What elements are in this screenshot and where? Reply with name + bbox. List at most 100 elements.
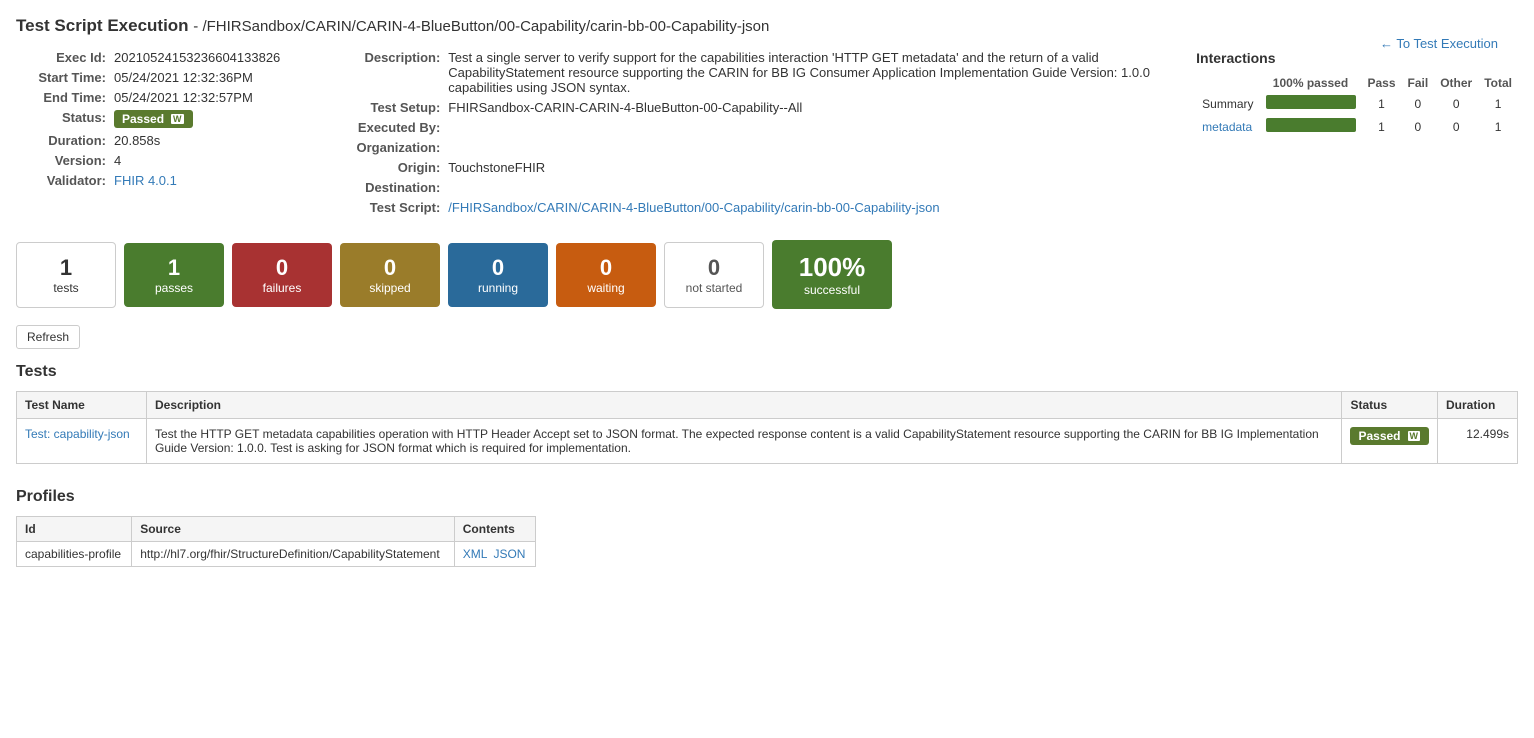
stat-waiting: 0 waiting (556, 243, 656, 307)
stats-row: 1 tests 1 passes 0 failures 0 skipped 0 … (16, 240, 1518, 309)
desc-value: Test a single server to verify support f… (448, 50, 1156, 95)
stat-tests-label: tests (33, 281, 99, 295)
title-main: Test Script Execution (16, 16, 189, 35)
destination-label: Destination: (320, 180, 440, 195)
validator-label: Validator: (16, 173, 106, 188)
interactions-col-fail: Fail (1402, 74, 1435, 92)
stat-not-started: 0 not started (664, 242, 764, 308)
test-row-name: Test: capability-json (17, 419, 147, 464)
page-title: Test Script Execution - /FHIRSandbox/CAR… (16, 16, 769, 36)
test-script-value: /FHIRSandbox/CARIN/CARIN-4-BlueButton/00… (448, 200, 1156, 215)
end-time-value: 05/24/2021 12:32:57PM (114, 90, 253, 105)
tests-col-status: Status (1342, 392, 1438, 419)
stat-passes-number: 1 (140, 255, 208, 281)
executed-by-label: Executed By: (320, 120, 440, 135)
profile-row-contents: XML JSON (454, 542, 535, 567)
refresh-button[interactable]: Refresh (16, 325, 80, 349)
profile-row-source: http://hl7.org/fhir/StructureDefinition/… (132, 542, 455, 567)
stat-running-label: running (464, 281, 532, 295)
tests-table: Test Name Description Status Duration Te… (16, 391, 1518, 464)
tests-col-name: Test Name (17, 392, 147, 419)
stat-waiting-number: 0 (572, 255, 640, 281)
version-value: 4 (114, 153, 121, 168)
tests-section-title: Tests (16, 363, 1518, 381)
interactions-row-fail: 0 (1402, 92, 1435, 115)
duration-value: 20.858s (114, 133, 160, 148)
test-script-link[interactable]: /FHIRSandbox/CARIN/CARIN-4-BlueButton/00… (448, 200, 939, 215)
interactions-col-total: Total (1478, 74, 1518, 92)
test-row-duration: 12.499s (1438, 419, 1518, 464)
interactions-block: Interactions 100% passed Pass Fail Other… (1196, 50, 1518, 220)
meta-block: Exec Id: 20210524153236604133826 Start T… (16, 50, 280, 220)
start-time-label: Start Time: (16, 70, 106, 85)
status-value: Passed W (114, 110, 193, 128)
profiles-col-id: Id (17, 517, 132, 542)
duration-label: Duration: (16, 133, 106, 148)
profiles-col-contents: Contents (454, 517, 535, 542)
validator-link[interactable]: FHIR 4.0.1 (114, 173, 177, 188)
tests-col-description: Description (147, 392, 1342, 419)
stat-failures-label: failures (248, 281, 316, 295)
interactions-col-name (1196, 74, 1259, 92)
status-label: Status: (16, 110, 106, 128)
stat-failures: 0 failures (232, 243, 332, 307)
version-label: Version: (16, 153, 106, 168)
stat-skipped: 0 skipped (340, 243, 440, 307)
interactions-table: 100% passed Pass Fail Other Total Summar… (1196, 74, 1518, 138)
test-setup-label: Test Setup: (320, 100, 440, 115)
interactions-row-fail: 0 (1402, 115, 1435, 138)
interactions-row-name: Summary (1196, 92, 1259, 115)
status-badge: Passed W (114, 110, 193, 128)
interactions-row-pass: 1 (1362, 92, 1402, 115)
interactions-col-pct: 100% passed (1260, 74, 1362, 92)
interactions-col-pass: Pass (1362, 74, 1402, 92)
to-test-execution-link[interactable]: ← To Test Execution (1380, 36, 1498, 51)
test-script-label: Test Script: (320, 200, 440, 215)
origin-label: Origin: (320, 160, 440, 175)
interactions-row-other: 0 (1434, 92, 1478, 115)
profile-row-id: capabilities-profile (17, 542, 132, 567)
exec-id-label: Exec Id: (16, 50, 106, 65)
interactions-row-other: 0 (1434, 115, 1478, 138)
stat-tests: 1 tests (16, 242, 116, 308)
desc-label: Description: (320, 50, 440, 95)
interactions-row-bar (1260, 115, 1362, 138)
stat-running-number: 0 (464, 255, 532, 281)
organization-label: Organization: (320, 140, 440, 155)
title-path: - /FHIRSandbox/CARIN/CARIN-4-BlueButton/… (193, 18, 769, 35)
test-row-description: Test the HTTP GET metadata capabilities … (147, 419, 1342, 464)
stat-tests-number: 1 (33, 255, 99, 281)
end-time-label: End Time: (16, 90, 106, 105)
executed-by-value (448, 120, 1156, 135)
interactions-row-total: 1 (1478, 92, 1518, 115)
stat-successful: 100% successful (772, 240, 892, 309)
test-row-status: PassedW (1342, 419, 1438, 464)
profiles-section-title: Profiles (16, 488, 1518, 506)
stat-successful-label: successful (788, 283, 876, 297)
profile-xml-link[interactable]: XML (463, 547, 488, 561)
interactions-col-other: Other (1434, 74, 1478, 92)
start-time-value: 05/24/2021 12:32:36PM (114, 70, 253, 85)
interactions-row-pass: 1 (1362, 115, 1402, 138)
test-name-link[interactable]: Test: capability-json (25, 427, 130, 441)
stat-running: 0 running (448, 243, 548, 307)
interactions-title: Interactions (1196, 50, 1518, 66)
stat-skipped-label: skipped (356, 281, 424, 295)
interactions-row-total: 1 (1478, 115, 1518, 138)
test-status-badge: PassedW (1350, 427, 1429, 445)
stat-passes-label: passes (140, 281, 208, 295)
stat-failures-number: 0 (248, 255, 316, 281)
stat-passes: 1 passes (124, 243, 224, 307)
interactions-row-name: metadata (1196, 115, 1259, 138)
exec-id-value: 20210524153236604133826 (114, 50, 280, 65)
description-block: Description: Test a single server to ver… (320, 50, 1156, 220)
profiles-col-source: Source (132, 517, 455, 542)
profiles-table: Id Source Contents capabilities-profileh… (16, 516, 536, 567)
profile-json-link[interactable]: JSON (493, 547, 525, 561)
tests-col-duration: Duration (1438, 392, 1518, 419)
validator-value: FHIR 4.0.1 (114, 173, 177, 188)
interactions-row-bar (1260, 92, 1362, 115)
stat-successful-number: 100% (788, 252, 876, 283)
interactions-row-link[interactable]: metadata (1202, 120, 1252, 134)
stat-skipped-number: 0 (356, 255, 424, 281)
